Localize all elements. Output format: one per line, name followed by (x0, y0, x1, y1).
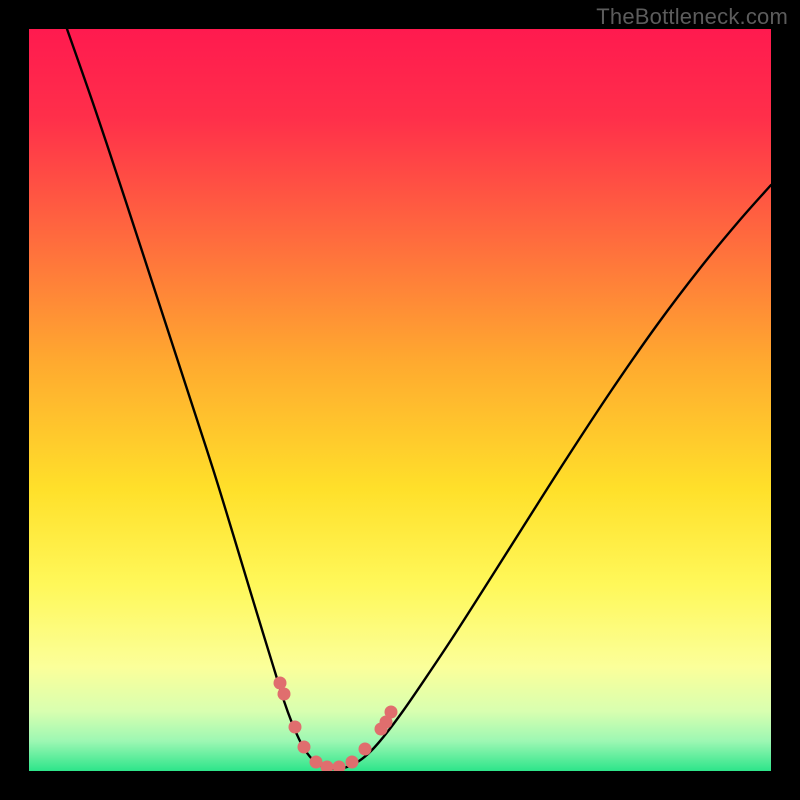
watermark-label: TheBottleneck.com (596, 4, 788, 30)
marker-point (278, 688, 291, 701)
marker-point (359, 743, 372, 756)
chart-svg (29, 29, 771, 771)
chart-plot-area (29, 29, 771, 771)
chart-background-gradient (29, 29, 771, 771)
marker-point (385, 706, 398, 719)
marker-point (289, 721, 302, 734)
chart-frame: TheBottleneck.com (0, 0, 800, 800)
marker-point (298, 741, 311, 754)
marker-point (346, 756, 359, 769)
